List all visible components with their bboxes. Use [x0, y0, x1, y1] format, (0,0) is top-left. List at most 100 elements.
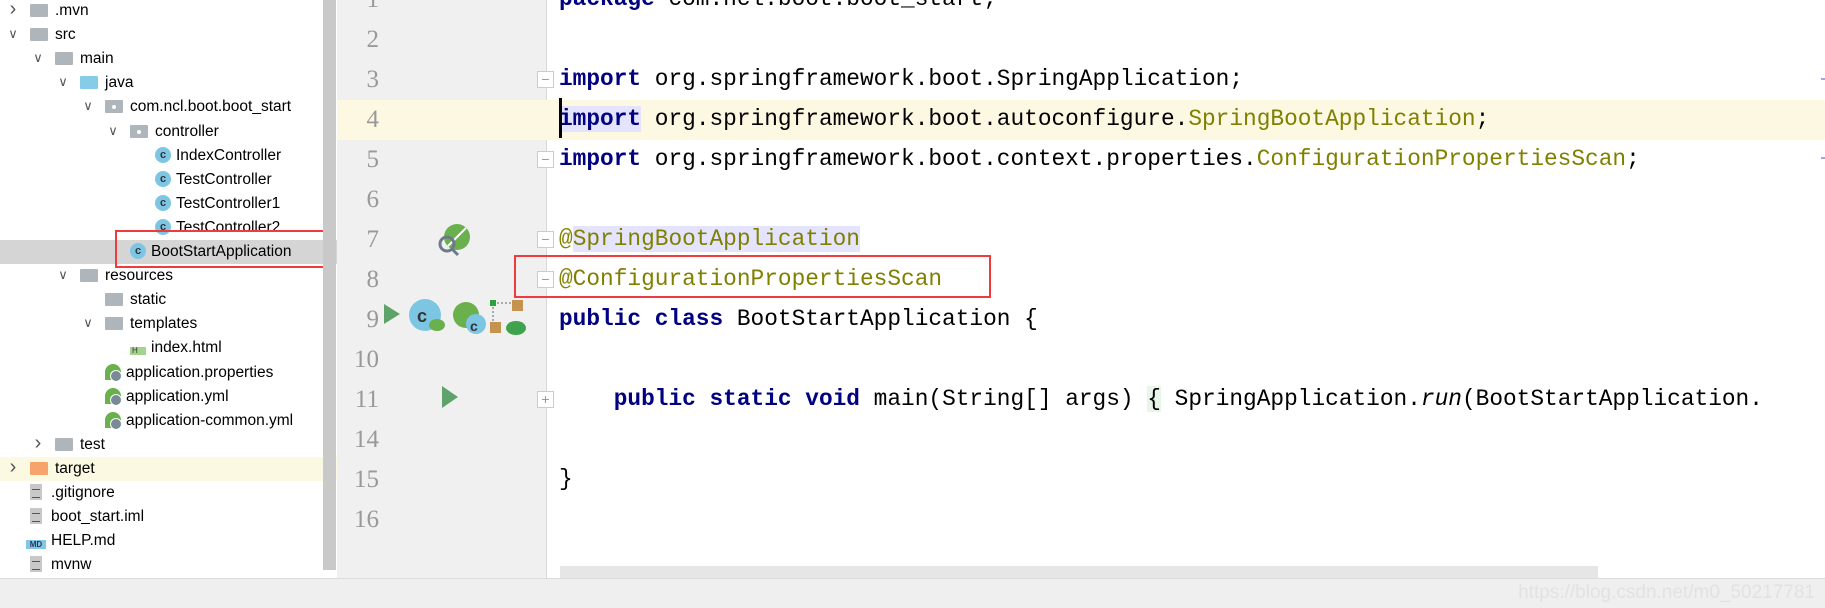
class-icon: c	[155, 170, 171, 187]
package-icon	[105, 100, 123, 114]
chevron-right-icon[interactable]: ›	[6, 0, 20, 19]
tree-item[interactable]: application-common.yml	[0, 409, 322, 433]
tree-item[interactable]: c TestController1	[0, 192, 322, 216]
fold-collapse-icon[interactable]: −	[537, 71, 554, 88]
project-tree-panel: › .mvn ∨ src ∨ main ∨ java ∨ com.ncl.boot.boot_st…	[0, 0, 337, 585]
code-line[interactable]: 14	[337, 420, 1825, 460]
chevron-right-icon[interactable]: ›	[6, 457, 20, 477]
line-number: 4	[366, 106, 380, 133]
code-token: run	[1420, 386, 1462, 412]
chevron-down-icon[interactable]: ∨	[81, 99, 95, 113]
code-text: public class BootStartApplication {	[559, 306, 1038, 332]
tree-item[interactable]: Hindex.html	[0, 336, 322, 360]
chevron-right-icon[interactable]: ›	[31, 433, 45, 453]
tree-item[interactable]: ∨ templates	[0, 312, 322, 336]
tree-item-label: controller	[155, 122, 219, 140]
spring-diagram-icon[interactable]	[490, 300, 530, 336]
line-number: 1	[337, 0, 380, 14]
tree-item-label: resources	[105, 267, 174, 285]
tree-item[interactable]: › test	[0, 433, 322, 457]
tree-item[interactable]: ∨ java	[0, 71, 322, 95]
code-token: import	[559, 106, 642, 132]
status-bar: https://blog.csdn.net/m0_50217781	[0, 578, 1825, 608]
line-number: 7	[366, 226, 380, 253]
code-token: com.ncl.boot.boot_start;	[655, 0, 996, 12]
code-line[interactable]: 11 + public static void main(String[] arg…	[337, 380, 1825, 420]
tree-item[interactable]: MD HELP.md	[0, 529, 322, 553]
tree-item-label: boot_start.iml	[51, 508, 145, 526]
sidebar-scrollbar[interactable]	[323, 0, 336, 570]
tree-item[interactable]: ∨ src	[0, 23, 322, 47]
code-line[interactable]: 1 package com.ncl.boot.boot_start;	[337, 0, 1825, 20]
code-line[interactable]: 10	[337, 340, 1825, 380]
tree-item[interactable]: ∨ controller	[0, 120, 322, 144]
line-number: 5	[366, 146, 380, 173]
chevron-down-icon[interactable]: ∨	[81, 316, 95, 330]
code-line[interactable]: 16	[337, 500, 1825, 540]
fold-collapse-icon[interactable]: −	[537, 231, 554, 248]
tree-item[interactable]: ∨ com.ncl.boot.boot_start	[0, 95, 322, 119]
folder-icon	[55, 437, 73, 451]
code-line[interactable]: 3 − import org.springframework.boot.Spring…	[337, 60, 1825, 100]
code-line[interactable]: 9 public class BootStartApplication {	[337, 300, 1825, 340]
tree-item[interactable]: ∨ main	[0, 47, 322, 71]
tree-item[interactable]: c IndexController	[0, 144, 322, 168]
tree-item-label: java	[105, 74, 134, 92]
spring-class-icon[interactable]: c	[408, 298, 446, 334]
spring-bean-class-icon[interactable]: c	[450, 300, 490, 336]
code-token: public static void	[613, 386, 860, 412]
chevron-down-icon[interactable]: ∨	[6, 27, 20, 41]
text-caret	[559, 98, 562, 138]
chevron-down-icon[interactable]: ∨	[106, 123, 120, 138]
code-text: @SpringBootApplication	[559, 226, 860, 252]
code-line[interactable]: 6	[337, 180, 1825, 220]
code-token: SpringBootApplication	[1188, 106, 1476, 132]
line-number: 16	[354, 506, 379, 533]
excluded-folder-icon	[30, 461, 48, 475]
folder-icon	[80, 269, 98, 283]
spring-config-icon	[105, 411, 122, 430]
tree-item[interactable]: boot_start.iml	[0, 505, 322, 529]
tree-item[interactable]: .gitignore	[0, 481, 322, 505]
tree-item-label: static	[130, 291, 167, 309]
code-line[interactable]: 5 − import org.springframework.boot.contex…	[337, 140, 1825, 180]
tree-item[interactable]: c TestController	[0, 168, 322, 192]
html-file-icon: H	[130, 347, 146, 356]
tree-item-label: test	[80, 435, 105, 453]
run-main-icon[interactable]	[440, 384, 460, 410]
tree-item[interactable]: › target	[0, 456, 337, 481]
run-icon[interactable]	[382, 302, 402, 326]
tree-item[interactable]: application.properties	[0, 361, 322, 385]
fold-collapse-icon[interactable]: −	[537, 151, 554, 168]
tree-item-label: application.yml	[126, 387, 229, 405]
code-token: (BootStartApplication.	[1461, 386, 1763, 412]
code-line[interactable]: 2	[337, 20, 1825, 60]
chevron-down-icon[interactable]: ∨	[56, 268, 70, 282]
folder-icon	[55, 52, 73, 66]
code-token: @	[559, 226, 573, 252]
chevron-down-icon[interactable]: ∨	[56, 75, 70, 89]
tree-item[interactable]: › .mvn	[0, 0, 322, 23]
text-file-icon	[30, 508, 42, 525]
code-line[interactable]: 7 − @SpringBootApplication	[337, 220, 1825, 260]
code-line[interactable]: 15}	[337, 460, 1825, 500]
package-icon	[130, 124, 148, 138]
code-token: BootStartApplication {	[723, 306, 1038, 332]
tree-item[interactable]: mvnw	[0, 553, 322, 577]
text-file-icon	[30, 484, 42, 500]
tree-item-label: application.properties	[126, 363, 274, 381]
line-number: 15	[354, 466, 379, 493]
spring-beans-search-icon[interactable]	[434, 222, 474, 258]
fold-expand-icon[interactable]: +	[537, 391, 554, 408]
horizontal-scrollbar[interactable]	[560, 566, 1598, 578]
tree-item-label: templates	[130, 315, 198, 333]
tree-item[interactable]: static	[0, 288, 322, 312]
tree-item-label: .mvn	[55, 2, 89, 19]
tree-item[interactable]: application.yml	[0, 385, 322, 409]
chevron-down-icon[interactable]: ∨	[31, 51, 45, 65]
line-number: 11	[354, 386, 379, 413]
code-text: import org.springframework.boot.SpringAp…	[559, 66, 1243, 92]
source-folder-icon	[80, 76, 98, 90]
code-token: ConfigurationPropertiesScan	[1256, 146, 1627, 172]
code-token: org.springframework.boot.autoconfigure.	[641, 106, 1189, 132]
